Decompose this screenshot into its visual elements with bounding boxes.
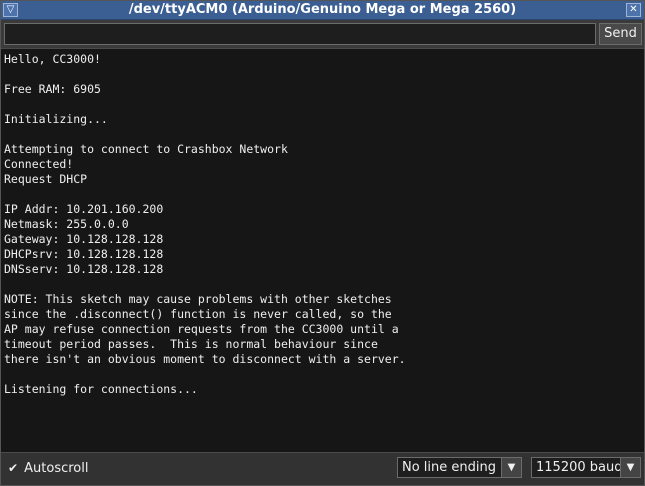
chevron-down-icon: ▼ xyxy=(501,458,521,477)
send-input[interactable] xyxy=(4,23,596,45)
serial-output-text: Hello, CC3000! Free RAM: 6905 Initializing… xyxy=(4,52,406,397)
console-line: Listening for connections... xyxy=(4,382,198,396)
bottom-bar: ✔ Autoscroll No line ending ▼ 115200 bau… xyxy=(1,453,644,485)
line-ending-value: No line ending xyxy=(402,460,496,475)
window-title: /dev/ttyACM0 (Arduino/Genuino Mega or Me… xyxy=(128,2,517,17)
close-icon[interactable]: ✕ xyxy=(626,3,641,17)
console-line: Connected! xyxy=(4,157,74,171)
autoscroll-checkbox[interactable]: ✔ Autoscroll xyxy=(8,460,88,477)
serial-monitor-window: ▽ /dev/ttyACM0 (Arduino/Genuino Mega or … xyxy=(0,0,645,486)
console-line: Hello, CC3000! xyxy=(4,52,101,66)
title-bar[interactable]: ▽ /dev/ttyACM0 (Arduino/Genuino Mega or … xyxy=(1,1,644,20)
console-line: there isn't an obvious moment to disconn… xyxy=(4,352,406,366)
console-line: timeout period passes. This is normal be… xyxy=(4,337,378,351)
console-line: NOTE: This sketch may cause problems wit… xyxy=(4,292,392,306)
console-line: Free RAM: 6905 xyxy=(4,82,101,96)
console-line: DNSserv: 10.128.128.128 xyxy=(4,262,164,276)
console-line: Netmask: 255.0.0.0 xyxy=(4,217,129,231)
send-row: Send xyxy=(1,20,644,48)
console-line: AP may refuse connection requests from t… xyxy=(4,322,399,336)
serial-output[interactable]: Hello, CC3000! Free RAM: 6905 Initializing… xyxy=(1,48,644,453)
checkmark-icon: ✔ xyxy=(8,461,19,475)
console-line: Request DHCP xyxy=(4,172,88,186)
console-line: IP Addr: 10.201.160.200 xyxy=(4,202,164,216)
line-ending-select[interactable]: No line ending ▼ xyxy=(397,457,522,478)
baud-rate-select[interactable]: 115200 baud ▼ xyxy=(531,457,641,478)
autoscroll-label: Autoscroll xyxy=(24,461,89,476)
console-line: Initializing... xyxy=(4,112,108,126)
console-line: Attempting to connect to Crashbox Networ… xyxy=(4,142,288,156)
console-line: since the .disconnect() function is neve… xyxy=(4,307,392,321)
baud-rate-value: 115200 baud xyxy=(536,460,623,475)
console-line: DHCPsrv: 10.128.128.128 xyxy=(4,247,164,261)
chevron-down-icon: ▼ xyxy=(620,458,640,477)
send-button[interactable]: Send xyxy=(599,23,642,45)
console-line: Gateway: 10.128.128.128 xyxy=(4,232,164,246)
